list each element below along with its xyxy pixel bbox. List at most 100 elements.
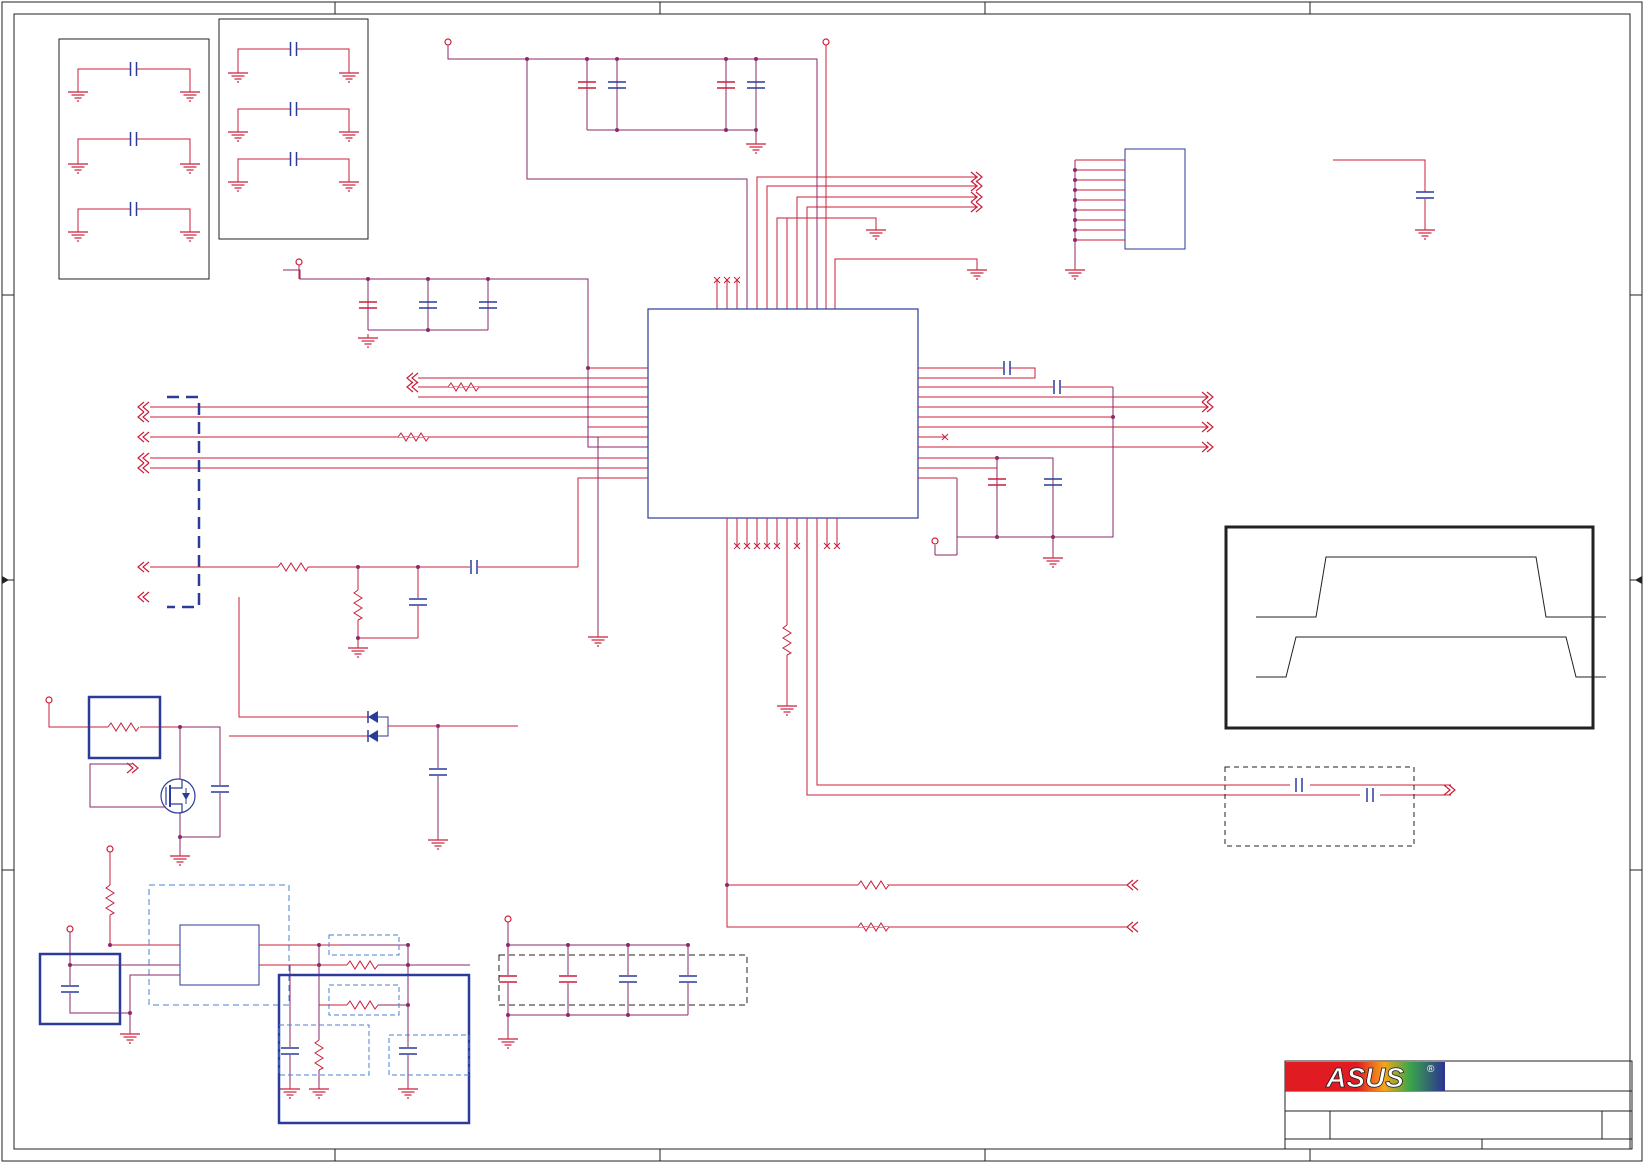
capacitor-icon [408,598,428,606]
resistor-icon [107,722,140,732]
resistor-icon [314,1039,325,1071]
junction-dot [426,328,430,332]
capacitor-icon [289,101,298,117]
offpage-connector-icon [137,452,150,464]
optional-cap-area [1224,766,1415,847]
ground-icon [338,177,360,192]
sheet-frame [1,1,1643,1162]
capacitor-icon [289,151,298,167]
power-flag-icon [106,845,114,853]
capacitor-icon [428,768,448,776]
ground-icon [169,851,191,866]
power-flag-icon [931,537,939,545]
offpage-connector-icon [1126,879,1139,891]
power-flag-icon [45,696,53,704]
power-switch-section [45,695,230,866]
capacitor-icon [1053,379,1061,395]
ground-icon [427,835,449,850]
capacitor-icon [210,785,230,793]
dashed-bus-marker [167,395,201,609]
ground-icon [357,333,379,348]
offpage-connector-icon [406,381,419,393]
top-cap-bank [447,43,818,309]
frame-arrow-icon [2,576,9,584]
offpage-connector-icon [137,431,150,443]
capacitor-icon [470,559,478,575]
capacitor-icon [618,975,638,983]
capacitor-icon [1003,360,1011,376]
main-ic [647,308,919,519]
offpage-connector-icon [126,762,139,774]
junction-dot [754,57,758,61]
ground-icon [966,265,988,280]
offpage-connector-icon [406,372,419,384]
input-filter [150,477,588,639]
ground-icon [397,1084,419,1099]
ground-icon [67,227,89,242]
junction-dot [366,277,370,281]
ground-icon [776,701,798,716]
regulator-ic [179,924,260,986]
junction-dot [724,128,728,132]
junction-dot [724,57,728,61]
offpage-connector-icon [137,401,150,413]
resistor-icon [346,960,379,970]
ground-icon [67,87,89,102]
timing-diagram [1224,525,1606,730]
power-flag-icon [295,258,303,266]
capacitor-icon [678,975,698,983]
capacitor-icon [129,131,138,147]
ground-icon [179,159,201,174]
capacitor-icon [60,985,80,993]
junction-dot [585,57,589,61]
resistor-icon [353,589,364,621]
ground-icon [227,177,249,192]
decoupling-group-right [218,18,369,240]
ground-icon [745,139,767,154]
capacitor-icon [1415,191,1435,199]
resistor-icon [857,880,890,890]
offpage-connector-icon [137,591,150,603]
ground-icon [865,225,887,240]
capacitor-icon [558,975,578,983]
resistor-icon [346,1000,379,1010]
junction-dot [426,277,430,281]
ground-icon [338,127,360,142]
resistor-icon [105,884,116,916]
ground-icon [347,643,369,658]
ground-icon [67,159,89,174]
top-bus-lines [756,176,978,309]
capacitor-icon [129,201,138,217]
power-flag-icon [66,925,74,933]
diode-or [229,597,518,850]
power-flag-icon [822,38,830,46]
ground-icon [1042,553,1064,568]
junction-dot [754,128,758,132]
ground-icon [1414,225,1436,240]
power-flag-icon [444,38,452,46]
ic-bottom-pins [726,518,1451,928]
diode-icon [368,711,378,723]
frame-arrow-icon [1635,576,1642,584]
ground-icon [227,127,249,142]
offpage-connector-icon [1126,921,1139,933]
ic-left-pins [150,367,648,479]
ground-icon [179,87,201,102]
ground-icon [308,1084,330,1099]
ground-icon [227,68,249,83]
resistor-icon [857,922,890,932]
diode-icon [368,730,378,742]
ground-icon [587,632,609,647]
junction-dot [525,57,529,61]
logo-text: ASUS [1325,1062,1404,1093]
power-flag-icon [504,915,512,923]
resistor-icon [447,382,480,392]
offpage-connector-icon [137,561,150,573]
resistor-icon [277,562,309,573]
decoupling-group-left [58,38,210,280]
capacitor-icon [289,41,298,57]
offpage-connector-icon [137,462,150,474]
junction-dot [615,128,619,132]
ground-icon [179,227,201,242]
asus-logo-icon: ASUS ® [1285,1062,1445,1093]
